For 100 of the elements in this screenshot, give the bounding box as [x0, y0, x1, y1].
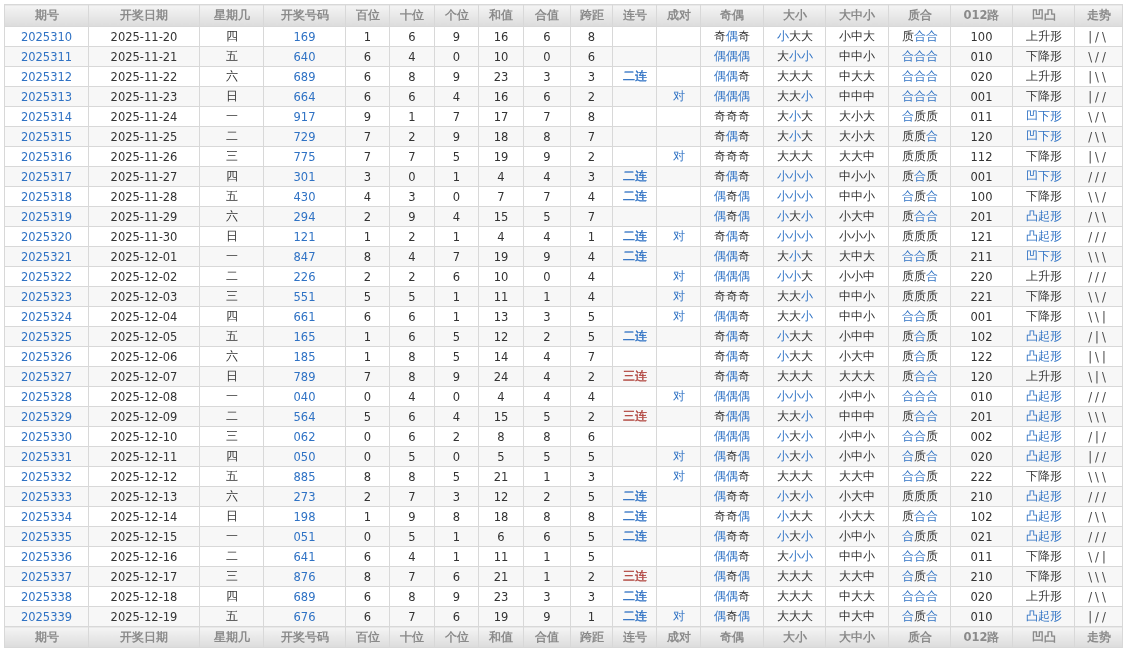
table-cell: 1 — [434, 226, 479, 247]
table-cell: 0 — [523, 266, 571, 287]
table-cell: 1 — [434, 306, 479, 327]
table-cell: 小大大 — [825, 506, 889, 527]
table-cell: 下降形 — [1012, 306, 1075, 327]
table-cell: 3 — [570, 66, 613, 87]
table-cell: 2 — [345, 266, 390, 287]
table-cell: 中中小 — [825, 186, 889, 207]
table-cell: 8 — [523, 426, 571, 447]
table-cell: 0 — [434, 386, 479, 407]
table-cell: 112 — [950, 146, 1013, 167]
table-cell: 大大大 — [763, 586, 826, 607]
pair-cell: 对 — [656, 226, 701, 247]
table-cell: 合质质 — [888, 106, 951, 127]
table-cell: 8 — [345, 466, 390, 487]
column-header: 星期几 — [199, 4, 264, 27]
table-cell: 大小小 — [763, 546, 826, 567]
table-cell: 13 — [478, 306, 524, 327]
table-cell: 6 — [345, 586, 390, 607]
trend-cell: \/\ — [1074, 106, 1123, 127]
table-cell: 质质合 — [888, 266, 951, 287]
pair-cell: 对 — [656, 146, 701, 167]
table-cell: 6 — [345, 66, 390, 87]
table-cell: 2025-12-18 — [88, 586, 200, 607]
table-cell: 3 — [523, 306, 571, 327]
table-cell: 2025-12-10 — [88, 426, 200, 447]
table-cell: 011 — [950, 546, 1013, 567]
winning-number: 917 — [263, 106, 346, 127]
table-cell: 一 — [199, 386, 264, 407]
table-cell: 小小小 — [763, 226, 826, 247]
table-cell: 122 — [950, 346, 1013, 367]
column-header: 连号 — [612, 4, 657, 27]
table-cell: 9 — [345, 106, 390, 127]
table-cell: 7 — [570, 346, 613, 367]
trend-cell: /// — [1074, 266, 1123, 287]
winning-number: 689 — [263, 66, 346, 87]
table-cell: 上升形 — [1012, 266, 1075, 287]
table-cell: 下降形 — [1012, 146, 1075, 167]
winning-number: 198 — [263, 506, 346, 527]
trend-cell: \\| — [1074, 306, 1123, 327]
table-cell: 9 — [523, 146, 571, 167]
table-cell: 小大小 — [763, 426, 826, 447]
table-cell: 10 — [478, 266, 524, 287]
consecutive-label: 三连 — [622, 409, 647, 423]
consecutive-label: 二连 — [622, 529, 647, 543]
table-cell: 8 — [389, 586, 435, 607]
table-cell: 小中小 — [825, 426, 889, 447]
table-cell: 6 — [434, 266, 479, 287]
table-cell: 010 — [950, 386, 1013, 407]
table-cell: 1 — [570, 226, 613, 247]
table-cell: 8 — [478, 426, 524, 447]
table-cell: 合合合 — [888, 66, 951, 87]
table-cell: 1 — [345, 346, 390, 367]
column-header: 期号 — [4, 4, 89, 27]
table-cell: 21 — [478, 466, 524, 487]
table-cell: 4 — [478, 386, 524, 407]
trend-cell: /\\ — [1074, 586, 1123, 607]
table-cell: 11 — [478, 546, 524, 567]
table-cell: 合合合 — [888, 386, 951, 407]
table-cell: 220 — [950, 266, 1013, 287]
table-cell: 8 — [389, 466, 435, 487]
winning-number: 885 — [263, 466, 346, 487]
table-cell: 大小大 — [763, 106, 826, 127]
table-cell: 001 — [950, 306, 1013, 327]
winning-number: 641 — [263, 546, 346, 567]
table-cell: 合合质 — [888, 426, 951, 447]
winning-number: 226 — [263, 266, 346, 287]
table-cell: 小小小 — [763, 186, 826, 207]
table-cell: 2025-12-16 — [88, 546, 200, 567]
consecutive-label: 二连 — [622, 609, 647, 623]
table-cell: 19 — [478, 146, 524, 167]
table-cell: 2025-11-22 — [88, 66, 200, 87]
table-cell: 上升形 — [1012, 66, 1075, 87]
table-cell: 8 — [570, 506, 613, 527]
trend-cell: /// — [1074, 386, 1123, 407]
table-cell: 合合质 — [888, 306, 951, 327]
table-cell: 4 — [389, 386, 435, 407]
table-cell: 偶偶奇 — [700, 546, 764, 567]
table-cell: 奇偶奇 — [700, 226, 764, 247]
trend-cell: |\\ — [1074, 66, 1123, 87]
table-cell: 质质质 — [888, 226, 951, 247]
table-cell: 合质合 — [888, 186, 951, 207]
table-cell: 三 — [199, 426, 264, 447]
column-header: 百位 — [345, 4, 390, 27]
table-cell: 17 — [478, 106, 524, 127]
table-cell: 2025-12-12 — [88, 466, 200, 487]
table-cell: 小中大 — [825, 26, 889, 47]
winning-number: 185 — [263, 346, 346, 367]
table-cell: 6 — [570, 426, 613, 447]
table-cell: 偶偶奇 — [700, 306, 764, 327]
table-cell: 4 — [478, 226, 524, 247]
winning-number: 661 — [263, 306, 346, 327]
table-cell: 2025-12-14 — [88, 506, 200, 527]
table-cell: 质合合 — [888, 506, 951, 527]
table-cell: 凸起形 — [1012, 226, 1075, 247]
table-cell: 7 — [434, 106, 479, 127]
table-cell: 23 — [478, 66, 524, 87]
table-cell: 3 — [523, 66, 571, 87]
consecutive-label: 二连 — [622, 189, 647, 203]
table-cell: 五 — [199, 466, 264, 487]
